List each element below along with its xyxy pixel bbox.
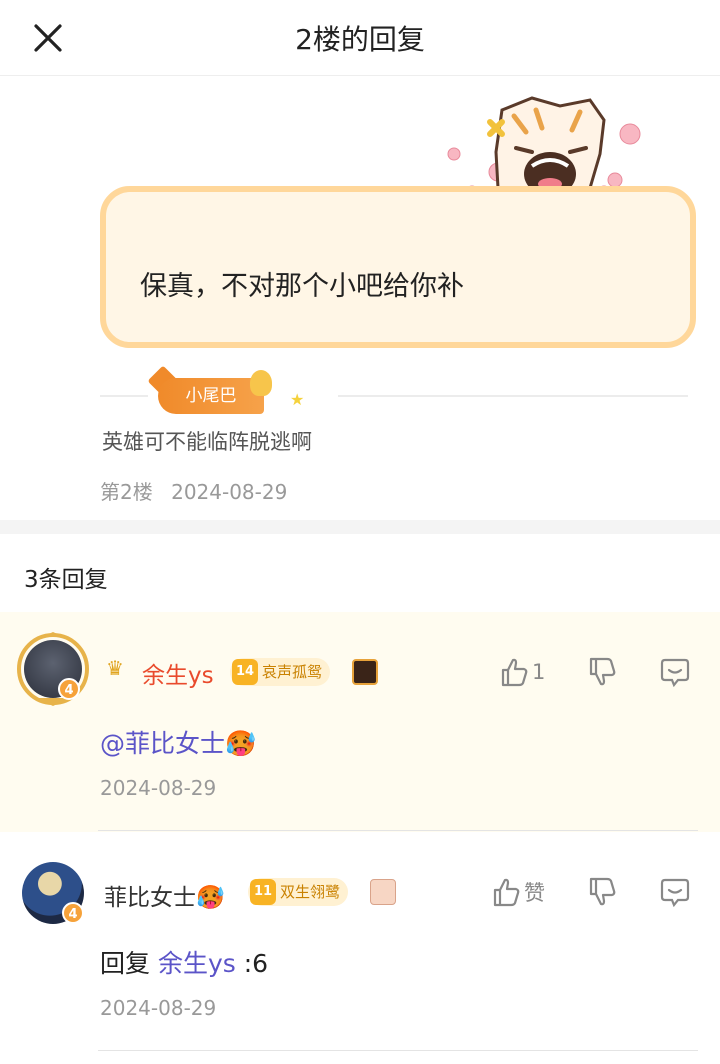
reply-text: :6 <box>243 949 269 978</box>
user-level-badge: 4 <box>58 678 80 700</box>
floor-label: 第2楼 <box>100 480 153 504</box>
page-title: 2楼的回复 <box>295 23 425 56</box>
crown-icon: ♛ <box>106 656 124 680</box>
thumbs-down-icon <box>589 657 616 686</box>
reply-date: 2024-08-29 <box>100 776 217 800</box>
comment-text: 保真，不对那个小吧给你补 <box>140 271 464 302</box>
avatar-with-frame[interactable]: 4 <box>20 860 86 926</box>
like-count: 1 <box>532 660 546 684</box>
floor-meta: 第2楼 2024-08-29 <box>100 476 299 505</box>
reply-content: 回复 余生ys :6 <box>100 944 268 980</box>
divider <box>98 830 698 831</box>
thumbs-up-icon <box>493 878 520 907</box>
divider <box>338 395 688 397</box>
username-text: 菲比女士 <box>104 885 196 911</box>
like-button[interactable]: 1 <box>500 656 545 688</box>
user-level-badge: 4 <box>62 902 84 924</box>
reply-count: 3条回复 <box>24 567 108 593</box>
dislike-button[interactable] <box>588 876 616 908</box>
section-separator <box>0 520 720 534</box>
username[interactable]: 余生ys <box>142 656 214 690</box>
divider <box>100 395 148 397</box>
signature-row: 小尾巴 ★ <box>100 365 690 420</box>
top-bar: 2楼的回复 <box>0 0 720 76</box>
level-gem-icon: 14 <box>232 659 258 685</box>
reply-prefix: 回复 <box>100 949 151 978</box>
avatar-with-frame[interactable]: 4 <box>16 632 90 706</box>
reply-item[interactable]: 4 ♛ 余生ys 14 哀声孤鸳 1 @菲比女士🥵 2024-08-29 <box>0 612 720 832</box>
like-label: 赞 <box>524 881 545 905</box>
reply-item[interactable]: 4 菲比女士🥵 11 双生翎鹭 赞 回复 余生ys:6 2024-08-29 <box>0 832 720 1064</box>
forum-title: 双生翎鹭 <box>280 883 341 901</box>
mention-link[interactable]: @菲比女士 <box>100 729 225 758</box>
thumbs-up-icon <box>501 658 528 687</box>
medal-icon <box>370 879 396 905</box>
forum-level-badge: 11 双生翎鹭 <box>248 878 349 906</box>
comment-icon <box>660 878 690 907</box>
like-button[interactable]: 赞 <box>492 876 545 908</box>
flame-icon <box>250 370 272 396</box>
comment-icon <box>660 658 690 687</box>
emoji: 🥵 <box>196 885 225 911</box>
comment-button[interactable] <box>660 876 690 908</box>
signature-text: 英雄可不能临阵脱逃啊 <box>102 430 312 454</box>
username[interactable]: 菲比女士🥵 <box>104 878 225 912</box>
forum-title: 哀声孤鸳 <box>262 663 323 681</box>
divider <box>98 1050 698 1051</box>
signature-badge: 小尾巴 <box>158 378 264 414</box>
forum-level-badge: 14 哀声孤鸳 <box>230 658 331 686</box>
emoji: 🥵 <box>225 729 257 758</box>
mention-link[interactable]: 余生ys <box>158 949 236 978</box>
thumbs-down-icon <box>589 877 616 906</box>
reply-date: 2024-08-29 <box>100 996 217 1020</box>
comment-button[interactable] <box>660 656 690 688</box>
reply-page: 2楼的回复 保真，不对那个小吧给你补 小尾巴 ★ 英雄可不能临阵脱逃啊 第2楼 … <box>0 0 720 1064</box>
floor-date: 2024-08-29 <box>171 480 288 504</box>
level-gem-icon: 11 <box>250 879 276 905</box>
dislike-button[interactable] <box>588 656 616 688</box>
star-icon: ★ <box>290 390 305 409</box>
comment-bubble: 保真，不对那个小吧给你补 <box>100 186 696 348</box>
medal-icon <box>352 659 378 685</box>
reply-content: @菲比女士🥵 <box>100 724 256 760</box>
